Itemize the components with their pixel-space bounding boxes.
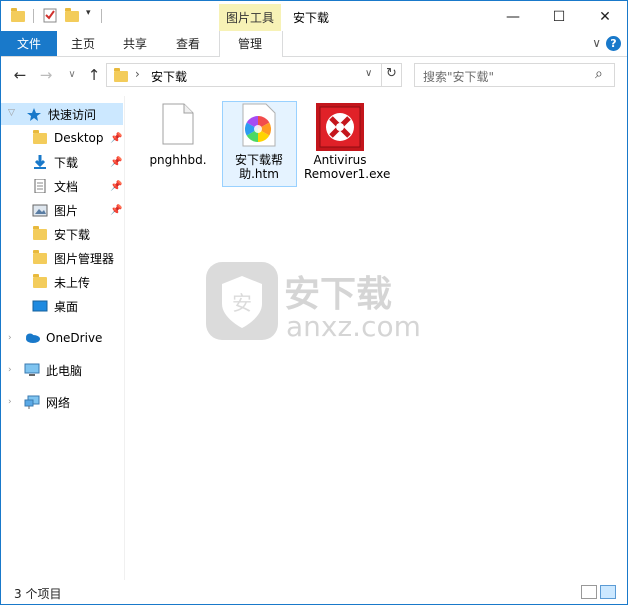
chevron-down-icon[interactable]: ▽ (8, 108, 15, 118)
nav-item-picture-manager[interactable]: 图片管理器 (32, 247, 114, 269)
customize-quick-access-icon[interactable]: ▾ (86, 8, 91, 18)
properties-check-icon[interactable] (43, 7, 57, 23)
window-title: 安下载 (293, 11, 330, 25)
network-icon (24, 395, 40, 409)
htm-file-icon (242, 103, 276, 147)
search-input[interactable]: 搜索"安下载" (423, 68, 494, 85)
status-item-count: 3 个项目 (14, 587, 62, 601)
document-icon (32, 178, 48, 194)
forward-button[interactable]: → (38, 66, 54, 84)
chevron-right-icon[interactable]: › (8, 333, 12, 343)
recent-locations-button[interactable]: ∨ (64, 69, 80, 80)
search-box[interactable]: 搜索"安下载" ⌕ (414, 63, 615, 87)
toolbar-separator (101, 9, 102, 23)
folder-icon (32, 226, 48, 241)
chevron-right-icon[interactable]: › (8, 397, 12, 407)
nav-item-pictures[interactable]: 图片 (32, 199, 78, 221)
help-icon[interactable]: ? (606, 36, 621, 51)
download-icon (32, 155, 48, 169)
tab-file[interactable]: 文件 (1, 31, 57, 56)
toolbar-separator (33, 9, 34, 23)
new-folder-icon[interactable] (65, 8, 79, 22)
nav-label: 网络 (46, 395, 71, 410)
file-name: Antivirus Remover1.exe (304, 153, 391, 181)
nav-item-desktop[interactable]: Desktop (32, 127, 104, 149)
star-icon (26, 107, 42, 121)
svg-text:安: 安 (232, 291, 252, 315)
address-bar[interactable]: › 安下载 ∨ ↻ (106, 63, 402, 87)
nav-label: 图片管理器 (54, 251, 115, 266)
nav-this-pc[interactable]: 此电脑 (24, 359, 82, 381)
up-button[interactable]: ↑ (86, 66, 102, 84)
nav-item-not-uploaded[interactable]: 未上传 (32, 271, 90, 293)
file-item[interactable]: pnghhbd. (141, 103, 215, 183)
nav-label: 快速访问 (48, 107, 97, 122)
nav-label: 安下载 (54, 227, 91, 242)
pin-icon[interactable]: 📌 (110, 205, 122, 216)
computer-icon (24, 363, 40, 377)
file-name: 安下载帮助.htm (234, 153, 283, 181)
pane-divider[interactable] (124, 96, 125, 580)
folder-icon (32, 130, 48, 145)
file-item[interactable]: 安下载帮助.htm (222, 103, 296, 183)
cloud-icon (24, 331, 40, 345)
maximize-button[interactable]: ☐ (536, 2, 582, 31)
file-item[interactable]: Antivirus Remover1.exe (303, 103, 391, 203)
nav-label: 此电脑 (46, 363, 83, 378)
tab-home[interactable]: 主页 (61, 31, 105, 56)
address-dropdown-icon[interactable]: ∨ (365, 68, 372, 79)
svg-text:anxz.com: anxz.com (286, 310, 421, 342)
nav-item-downloads[interactable]: 下载 (32, 151, 78, 173)
folder-icon (32, 250, 48, 265)
watermark-logo: 安 安下载 anxz.com (206, 262, 422, 343)
pin-icon[interactable]: 📌 (110, 181, 122, 192)
back-button[interactable]: ← (12, 66, 28, 84)
close-button[interactable]: ✕ (582, 2, 628, 31)
nav-onedrive[interactable]: OneDrive (24, 327, 102, 349)
antivirus-exe-icon (316, 103, 364, 151)
nav-quick-access[interactable]: 快速访问 (26, 103, 96, 125)
large-icons-view-icon[interactable] (600, 585, 616, 599)
folder-icon (114, 68, 128, 82)
picture-icon (32, 203, 48, 217)
desktop-icon (32, 299, 48, 313)
context-tab-title: 图片工具 (225, 11, 274, 25)
nav-item-anxiazai[interactable]: 安下载 (32, 223, 90, 245)
details-view-icon[interactable] (581, 585, 597, 599)
search-icon[interactable]: ⌕ (595, 66, 603, 82)
pin-icon[interactable]: 📌 (110, 157, 122, 168)
nav-label: 未上传 (54, 275, 91, 290)
nav-label: OneDrive (46, 331, 103, 345)
address-divider (381, 64, 382, 86)
blank-file-icon (162, 103, 194, 145)
pin-icon[interactable]: 📌 (110, 133, 122, 144)
tab-manage[interactable]: 管理 (219, 31, 281, 56)
folder-icon (11, 8, 25, 22)
nav-item-documents[interactable]: 文档 (32, 175, 78, 197)
nav-label: 图片 (54, 203, 79, 218)
path-segment[interactable]: 安下载 (151, 68, 187, 85)
nav-item-desktop-cn[interactable]: 桌面 (32, 295, 78, 317)
tab-view[interactable]: 查看 (166, 31, 210, 56)
svg-text:安下载: 安下载 (284, 274, 392, 315)
tab-share[interactable]: 共享 (113, 31, 157, 56)
nav-label: 文档 (54, 179, 79, 194)
nav-label: 桌面 (54, 299, 79, 314)
chevron-right-icon[interactable]: › (8, 365, 12, 375)
minimize-button[interactable]: — (490, 2, 536, 31)
nav-network[interactable]: 网络 (24, 391, 70, 413)
nav-label: Desktop (54, 131, 104, 145)
refresh-icon[interactable]: ↻ (386, 66, 397, 81)
path-separator: › (135, 67, 140, 81)
collapse-ribbon-icon[interactable]: ∨ (592, 36, 601, 50)
title-bar: ▾ 图片工具 安下载 — ☐ ✕ (1, 1, 628, 32)
ribbon-tabs: 文件 主页 共享 查看 管理 ∨ ? (1, 31, 627, 57)
folder-icon (32, 274, 48, 289)
nav-label: 下载 (54, 155, 79, 170)
file-name: pnghhbd. (149, 153, 207, 167)
